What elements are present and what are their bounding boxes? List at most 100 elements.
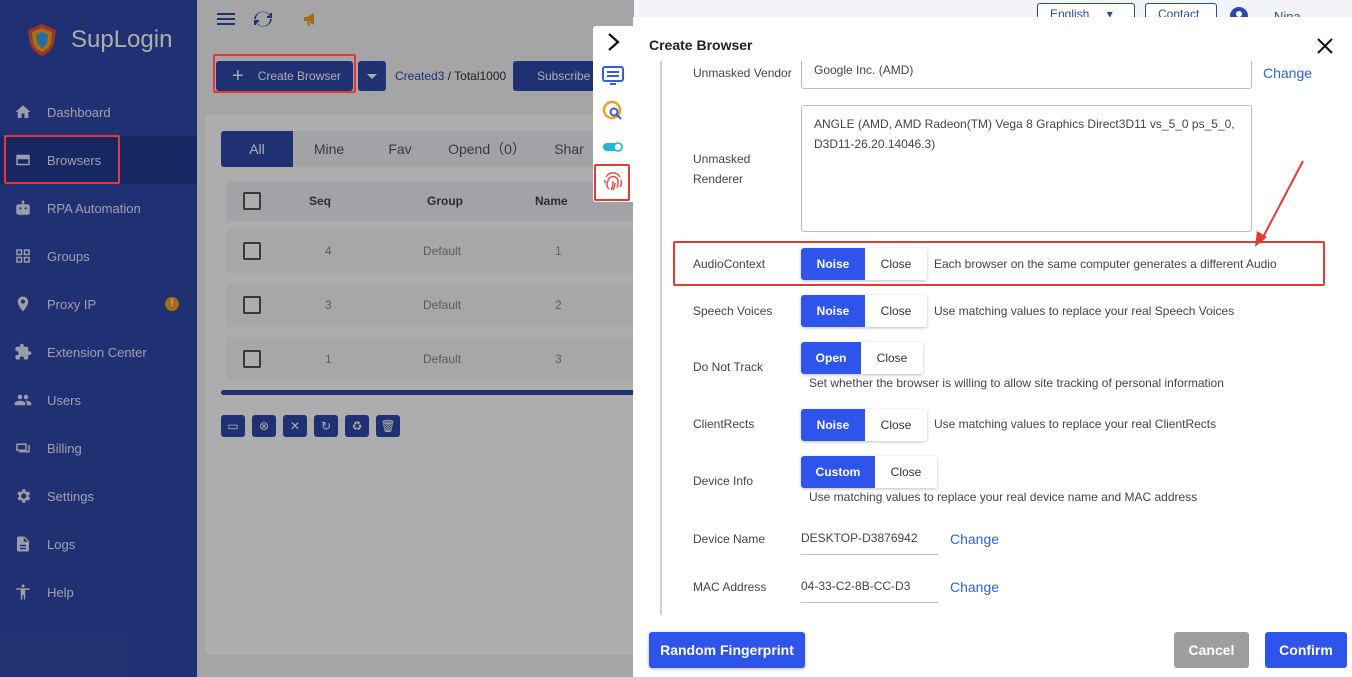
sidebar-item-users[interactable]: Users [0,376,197,424]
restart-icon[interactable]: ↻ [314,415,338,437]
sidebar-item-label: Logs [47,536,76,552]
create-browser-button[interactable]: + Create Browser [216,61,353,91]
recycle-icon[interactable]: ♻ [345,415,369,437]
column-name[interactable]: Name [535,194,568,208]
client-rects-description: Use matching values to replace your real… [934,417,1217,431]
megaphone-icon[interactable] [301,9,321,29]
menu-icon[interactable] [216,9,236,29]
filter-tabs: All Mine Fav Opend（0） Shar [221,131,645,167]
cancel-button[interactable]: Cancel [1174,632,1249,668]
bulk-actions: ▭ ⊗ ✕ ↻ ♻ 🗑 [221,415,407,437]
dialog-title: Create Browser [649,37,753,53]
confirm-button[interactable]: Confirm [1265,632,1347,668]
open-window-icon[interactable]: ▭ [221,415,245,437]
sidebar-item-browsers[interactable]: Browsers [0,136,197,184]
renderer-textarea[interactable]: ANGLE (AMD, AMD Radeon(TM) Vega 8 Graphi… [801,105,1252,232]
tab-fav[interactable]: Fav [365,131,435,167]
mac-address-change-link[interactable]: Change [950,579,999,595]
cell-name: 2 [555,298,562,312]
client-rects-label: ClientRects [693,417,755,431]
device-name-value: DESKTOP-D3876942 [801,531,918,545]
device-name-field[interactable]: DESKTOP-D3876942 [801,531,938,555]
audio-context-label: AudioContext [693,257,766,271]
cell-seq: 1 [325,352,332,366]
create-dropdown-button[interactable] [358,61,386,91]
sidebar-item-settings[interactable]: Settings [0,472,197,520]
accessibility-icon [14,583,32,601]
sidebar-item-proxy-ip[interactable]: Proxy IP ! [0,280,197,328]
sidebar-item-logs[interactable]: Logs [0,520,197,568]
monitor-settings-icon[interactable] [601,64,625,88]
sidebar-item-billing[interactable]: Billing [0,424,197,472]
billing-icon [14,439,32,457]
dnt-open-button[interactable]: Open [801,342,861,374]
column-seq[interactable]: Seq [309,194,331,208]
select-all-checkbox[interactable] [243,192,261,210]
section-divider [660,61,662,615]
device-info-description: Use matching values to replace your real… [809,490,1198,504]
do-not-track-description: Set whether the browser is willing to al… [809,376,1224,390]
random-fingerprint-button[interactable]: Random Fingerprint [649,632,805,668]
table-row[interactable]: 4 Default 1 [227,229,645,273]
gear-icon [14,487,32,505]
close-icon[interactable]: ✕ [283,415,307,437]
fingerprint-icon[interactable] [601,169,625,193]
vendor-change-link[interactable]: Change [1263,65,1312,81]
tab-mine[interactable]: Mine [293,131,365,167]
row-checkbox[interactable] [243,350,261,368]
device-name-label: Device Name [693,532,766,546]
row-checkbox[interactable] [243,242,261,260]
tab-shared[interactable]: Shar [539,131,599,167]
browser-list-panel: All Mine Fav Opend（0） Shar Seq Group Nam… [205,115,645,655]
refresh-icon[interactable] [253,9,273,29]
device-name-change-link[interactable]: Change [950,531,999,547]
table-scrollbar[interactable] [221,390,645,395]
robot-icon [14,199,32,217]
close-icon[interactable] [1315,36,1335,56]
plus-icon: + [232,65,244,87]
rects-close-button[interactable]: Close [865,409,927,441]
sidebar: SupLogin Dashboard Browsers RPA Automati… [0,0,197,677]
sidebar-item-rpa-automation[interactable]: RPA Automation [0,184,197,232]
device-close-button[interactable]: Close [875,456,937,488]
speech-noise-button[interactable]: Noise [801,295,865,327]
do-not-track-toggle: Open Close [801,342,923,374]
mac-address-field[interactable]: 04-33-C2-8B-CC-D3 [801,579,938,603]
column-group[interactable]: Group [427,194,463,208]
chevron-right-icon[interactable] [601,30,625,54]
table-row[interactable]: 1 Default 3 [227,337,645,381]
audio-close-button[interactable]: Close [865,248,927,280]
cell-group: Default [423,352,462,366]
speech-voices-description: Use matching values to replace your real… [934,304,1235,318]
cell-group: Default [423,298,462,312]
table-row[interactable]: 3 Default 2 [227,283,645,327]
dialog-body: Unmasked Vendor Google Inc. (AMD) Change… [633,61,1352,621]
dnt-close-button[interactable]: Close [861,342,923,374]
rects-noise-button[interactable]: Noise [801,409,865,441]
row-checkbox[interactable] [243,296,261,314]
globe-search-icon[interactable] [601,99,625,123]
close-circle-icon[interactable]: ⊗ [252,415,276,437]
app-logo[interactable]: SupLogin [24,22,172,58]
device-custom-button[interactable]: Custom [801,456,875,488]
device-info-toggle: Custom Close [801,456,937,488]
trash-icon[interactable]: 🗑 [376,415,400,437]
location-pin-icon [14,295,32,313]
sidebar-item-groups[interactable]: Groups [0,232,197,280]
vendor-field[interactable]: Google Inc. (AMD) [801,61,1252,89]
do-not-track-label: Do Not Track [693,360,764,374]
speech-voices-label: Speech Voices [693,304,773,318]
logo-shield-icon [24,22,60,58]
audio-noise-button[interactable]: Noise [801,248,865,280]
tab-all[interactable]: All [221,131,293,167]
speech-close-button[interactable]: Close [865,295,927,327]
sidebar-item-extension-center[interactable]: Extension Center [0,328,197,376]
tab-opend[interactable]: Opend（0） [435,131,539,167]
cell-name: 1 [555,244,562,258]
renderer-label: Unmasked Renderer [693,152,751,186]
sidebar-item-dashboard[interactable]: Dashboard [0,88,197,136]
cell-group: Default [423,244,462,258]
toggle-icon[interactable] [601,135,625,159]
audio-context-description: Each browser on the same computer genera… [934,257,1277,271]
sidebar-item-help[interactable]: Help [0,568,197,616]
